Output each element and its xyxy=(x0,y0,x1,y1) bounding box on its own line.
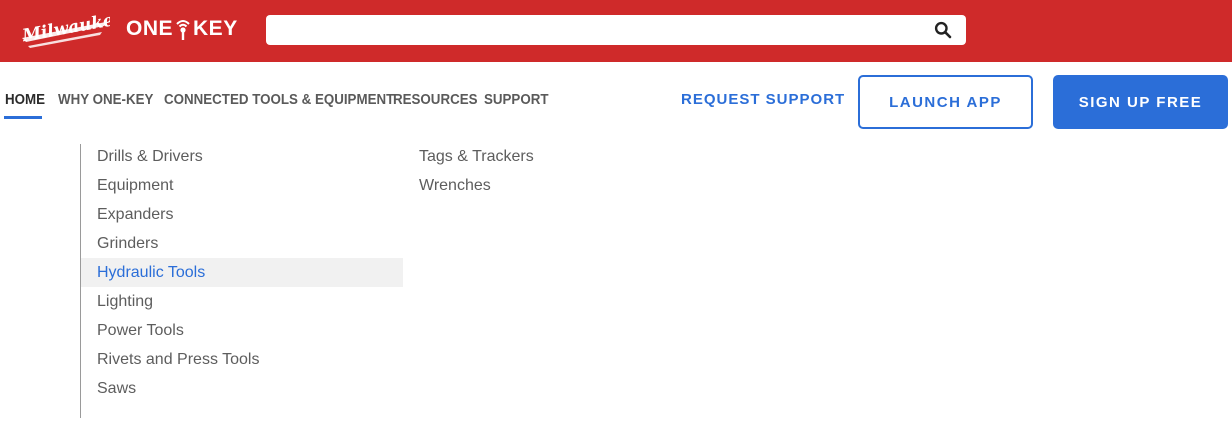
key-icon xyxy=(176,20,190,40)
nav-home[interactable]: HOME xyxy=(5,90,45,110)
menu-item-grinders[interactable]: Grinders xyxy=(81,229,403,258)
menu-item-rivets-press-tools[interactable]: Rivets and Press Tools xyxy=(81,345,403,374)
menu-item-hydraulic-tools[interactable]: Hydraulic Tools xyxy=(81,258,403,287)
nav-why-one-key[interactable]: WHY ONE-KEY xyxy=(58,90,153,110)
launch-app-button[interactable]: LAUNCH APP xyxy=(858,75,1033,129)
milwaukee-logo[interactable]: Milwaukee xyxy=(18,8,110,50)
menu-item-expanders[interactable]: Expanders xyxy=(81,200,403,229)
menu-item-saws[interactable]: Saws xyxy=(81,374,403,403)
menu-item-tags-trackers[interactable]: Tags & Trackers xyxy=(403,142,725,171)
menu-item-equipment[interactable]: Equipment xyxy=(81,171,403,200)
dropdown-column-1: Drills & Drivers Equipment Expanders Gri… xyxy=(81,142,403,403)
request-support-link[interactable]: REQUEST SUPPORT xyxy=(681,90,845,110)
search-bar[interactable] xyxy=(266,15,966,47)
menu-item-power-tools[interactable]: Power Tools xyxy=(81,316,403,345)
nav-connected-tools[interactable]: CONNECTED TOOLS & EQUIPMENT xyxy=(164,90,394,110)
menu-item-lighting[interactable]: Lighting xyxy=(81,287,403,316)
dropdown-column-2: Tags & Trackers Wrenches xyxy=(403,142,725,200)
menu-item-wrenches[interactable]: Wrenches xyxy=(403,171,725,200)
top-header-bar: Milwaukee ONE KEY xyxy=(0,0,1232,62)
menu-item-drills-drivers[interactable]: Drills & Drivers xyxy=(81,142,403,171)
sign-up-free-button[interactable]: SIGN UP FREE xyxy=(1053,75,1228,129)
nav-support[interactable]: SUPPORT xyxy=(484,90,548,110)
nav-active-indicator xyxy=(4,116,42,119)
nav-resources[interactable]: RESOURCES xyxy=(393,90,478,110)
search-icon[interactable] xyxy=(934,21,952,39)
search-input[interactable] xyxy=(276,15,920,47)
one-key-logo[interactable]: ONE KEY xyxy=(126,14,238,44)
